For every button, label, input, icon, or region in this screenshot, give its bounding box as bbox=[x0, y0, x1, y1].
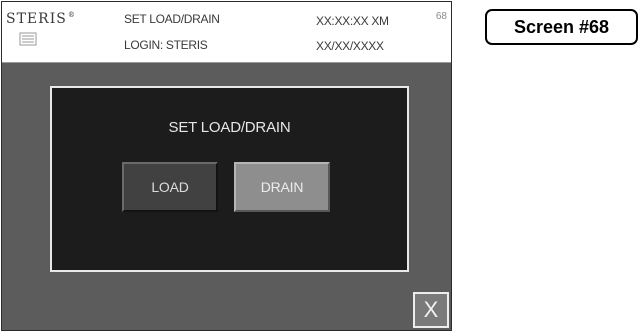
load-button[interactable]: LOAD bbox=[122, 162, 218, 212]
screen-caption: Screen #68 bbox=[485, 9, 638, 45]
time-display: XX:XX:XX XM bbox=[316, 14, 389, 28]
load-button-label: LOAD bbox=[151, 179, 189, 195]
date-display: XX/XX/XXXX bbox=[316, 39, 384, 53]
control-screen: STERIS® SET LOAD/DRAIN LOGIN: STERIS XX:… bbox=[1, 1, 452, 331]
close-button[interactable]: X bbox=[413, 292, 449, 328]
brand-logo: STERIS® bbox=[6, 11, 76, 27]
login-label: LOGIN: STERIS bbox=[124, 38, 208, 52]
load-drain-dialog: SET LOAD/DRAIN LOAD DRAIN bbox=[50, 86, 409, 272]
close-icon: X bbox=[423, 297, 439, 322]
screen-number: 68 bbox=[435, 11, 447, 22]
drain-button-label: DRAIN bbox=[260, 179, 304, 195]
drain-button[interactable]: DRAIN bbox=[234, 162, 330, 212]
chamber-icon bbox=[19, 32, 37, 46]
status-header: STERIS® SET LOAD/DRAIN LOGIN: STERIS XX:… bbox=[2, 2, 451, 63]
dialog-title: SET LOAD/DRAIN bbox=[168, 119, 291, 136]
header-title: SET LOAD/DRAIN bbox=[124, 12, 220, 26]
brand-name: STERIS bbox=[6, 11, 67, 27]
